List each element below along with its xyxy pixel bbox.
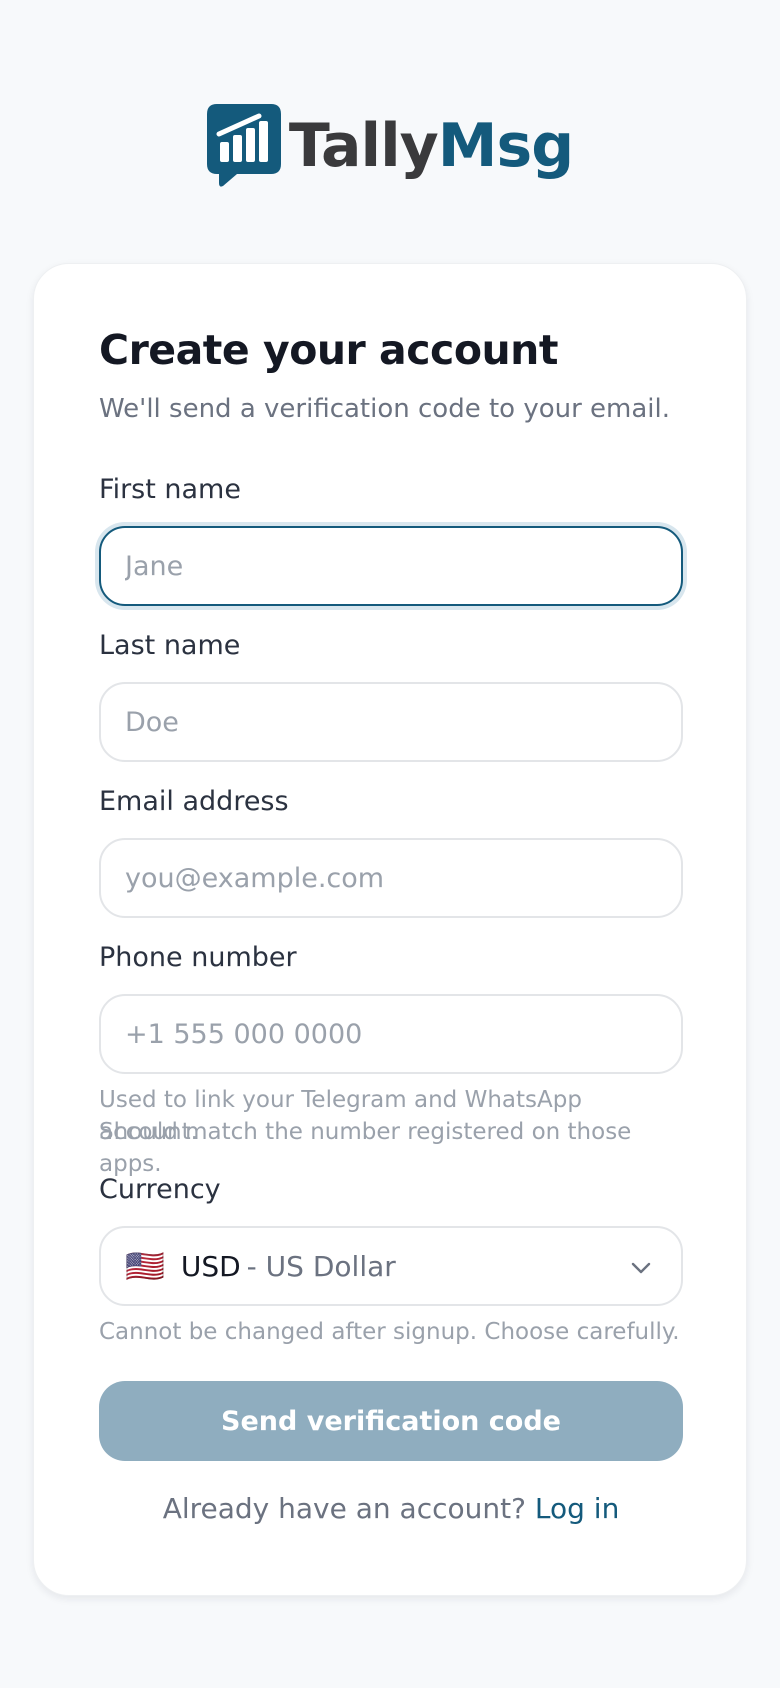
app-logo: TallyMsg xyxy=(0,104,780,188)
email-field-wrapper xyxy=(99,838,683,918)
login-prompt-text: Already have an account? xyxy=(162,1492,526,1525)
currency-label: Currency xyxy=(99,1174,221,1205)
last-name-input[interactable] xyxy=(101,684,681,760)
login-link[interactable]: Log in xyxy=(535,1492,619,1525)
signup-card: Create your account We'll send a verific… xyxy=(33,263,747,1596)
first-name-label: First name xyxy=(99,474,241,505)
chevron-down-icon xyxy=(631,1262,651,1274)
email-input[interactable] xyxy=(101,840,681,916)
phone-field-wrapper xyxy=(99,994,683,1074)
chat-bar-chart-icon xyxy=(206,104,281,187)
brand-wordmark: TallyMsg xyxy=(289,116,574,176)
us-flag-icon: 🇺🇸 xyxy=(125,1247,165,1285)
first-name-input[interactable] xyxy=(101,528,681,604)
currency-code: USD xyxy=(180,1249,241,1283)
phone-label: Phone number xyxy=(99,942,297,973)
currency-name: - US Dollar xyxy=(246,1249,396,1283)
last-name-field-wrapper xyxy=(99,682,683,762)
page-title: Create your account xyxy=(99,326,558,374)
email-label: Email address xyxy=(99,786,289,817)
last-name-label: Last name xyxy=(99,630,241,661)
phone-input[interactable] xyxy=(101,996,681,1072)
currency-hint: Cannot be changed after signup. Choose c… xyxy=(99,1319,680,1345)
login-prompt: Already have an account? Log in xyxy=(99,1492,683,1525)
brand-name-part2: Msg xyxy=(437,111,574,181)
currency-select[interactable]: 🇺🇸 USD - US Dollar xyxy=(99,1226,683,1306)
send-verification-code-button[interactable]: Send verification code xyxy=(99,1381,683,1461)
first-name-field-wrapper xyxy=(99,526,683,606)
brand-name-part1: Tally xyxy=(288,111,439,181)
page-subtitle: We'll send a verification code to your e… xyxy=(99,394,671,424)
phone-hint-line-2: Should match the number registered on th… xyxy=(99,1119,632,1177)
